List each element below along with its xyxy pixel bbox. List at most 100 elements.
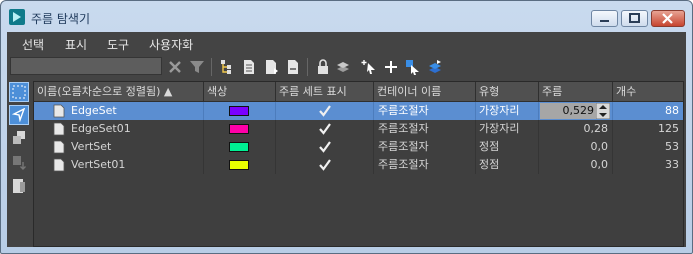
- move-down-button[interactable]: [9, 152, 29, 172]
- layers-icon: [337, 62, 349, 72]
- color-cell[interactable]: [204, 120, 276, 138]
- name-cell[interactable]: VertSet: [34, 138, 204, 156]
- color-cell[interactable]: [204, 102, 276, 120]
- search-input[interactable]: [10, 57, 162, 75]
- stack-button[interactable]: [425, 57, 445, 77]
- lock-button[interactable]: [313, 57, 333, 77]
- show-set-cell[interactable]: [276, 156, 374, 174]
- menu-display[interactable]: 표시: [65, 36, 87, 53]
- select-all-button[interactable]: [217, 57, 237, 77]
- crease-cell[interactable]: 0,529: [539, 102, 613, 120]
- color-swatch[interactable]: [229, 124, 249, 134]
- count-cell: 125: [658, 122, 679, 135]
- name-cell[interactable]: EdgeSet01: [34, 120, 204, 138]
- color-swatch[interactable]: [229, 106, 249, 116]
- minimize-button[interactable]: [591, 10, 618, 27]
- column-header-type-label: 유형: [479, 85, 500, 98]
- add-selection-button[interactable]: [359, 57, 379, 77]
- clear-search-button[interactable]: [165, 57, 185, 77]
- document-list-icon: [244, 60, 254, 74]
- app-icon: [9, 9, 25, 25]
- checkmark-icon[interactable]: [318, 104, 332, 118]
- spinner-arrows-icon[interactable]: [596, 103, 610, 119]
- menu-tools[interactable]: 도구: [107, 36, 129, 53]
- table-row[interactable]: EdgeSet01 주름조절자 가장자리 0,28 125: [34, 120, 683, 138]
- clear-icon: [169, 61, 181, 73]
- toolbar-separator: [211, 58, 212, 76]
- select-members-button[interactable]: [403, 57, 423, 77]
- name-cell[interactable]: VertSet01: [34, 156, 204, 174]
- select-invert-button[interactable]: [261, 57, 281, 77]
- hierarchy-icon: [221, 60, 231, 74]
- type-cell: 정점: [476, 156, 539, 174]
- filter-button[interactable]: [187, 57, 207, 77]
- pointer-mode-button[interactable]: [9, 105, 29, 125]
- window-title: 주름 탐색기: [31, 12, 91, 26]
- title-bar[interactable]: 주름 탐색기: [1, 1, 692, 33]
- filter-icon: [190, 61, 204, 73]
- count-cell: 53: [665, 140, 679, 153]
- crease-set-name: VertSet: [71, 140, 112, 153]
- menu-bar: 선택 표시 도구 사용자화: [7, 32, 686, 54]
- select-none-button[interactable]: [239, 57, 259, 77]
- type-cell: 가장자리: [476, 120, 539, 138]
- close-icon: [662, 13, 673, 24]
- crease-set-icon: [53, 104, 65, 118]
- column-header-color[interactable]: 색상: [204, 82, 276, 102]
- type-cell: 가장자리: [476, 102, 539, 120]
- maximize-button[interactable]: [621, 10, 648, 27]
- color-cell[interactable]: [204, 156, 276, 174]
- crease-cell[interactable]: 0,28: [539, 120, 613, 138]
- crease-cell[interactable]: 0,0: [539, 156, 613, 174]
- checkmark-icon[interactable]: [318, 122, 332, 136]
- color-swatch[interactable]: [229, 160, 249, 170]
- show-set-cell[interactable]: [276, 120, 374, 138]
- crease-set-name: EdgeSet: [71, 104, 117, 117]
- document-button[interactable]: [9, 176, 29, 196]
- stack-icon: [429, 60, 441, 73]
- page-icon: [13, 179, 25, 193]
- minimize-icon: [600, 20, 609, 22]
- maximize-icon: [629, 13, 640, 23]
- crease-set-icon: [53, 158, 65, 172]
- table-row[interactable]: VertSet01 주름조절자 정점 0,0 33: [34, 156, 683, 174]
- count-cell: 33: [665, 158, 679, 171]
- name-cell[interactable]: EdgeSet: [34, 102, 204, 120]
- document-arrow-icon: [266, 60, 278, 74]
- checkmark-icon[interactable]: [318, 158, 332, 172]
- count-cell: 88: [665, 104, 679, 117]
- show-set-cell[interactable]: [276, 102, 374, 120]
- column-header-show-set-label: 주름 세트 표시: [279, 85, 347, 98]
- shapes-icon: [13, 131, 25, 144]
- color-swatch[interactable]: [229, 142, 249, 152]
- checkmark-icon[interactable]: [318, 140, 332, 154]
- color-cell[interactable]: [204, 138, 276, 156]
- crease-set-table: 이름(오름차순으로 정렬됨) ▲ 색상 주름 세트 표시 컨테이너 이름 유형 …: [33, 81, 684, 247]
- crease-cell[interactable]: 0,0: [539, 138, 613, 156]
- column-header-show-set[interactable]: 주름 세트 표시: [276, 82, 374, 102]
- crease-set-icon: [53, 122, 65, 136]
- pointer-icon: [12, 108, 26, 122]
- edit-mode-button[interactable]: [9, 128, 29, 148]
- show-set-cell[interactable]: [276, 138, 374, 156]
- layers-button[interactable]: [333, 57, 353, 77]
- document-link-icon: [288, 60, 298, 74]
- container-cell: 주름조절자: [374, 156, 476, 174]
- column-header-name[interactable]: 이름(오름차순으로 정렬됨) ▲: [34, 82, 204, 102]
- type-cell: 정점: [476, 138, 539, 156]
- column-header-count[interactable]: 개수: [613, 82, 683, 102]
- column-header-name-label: 이름(오름차순으로 정렬됨) ▲: [37, 85, 173, 98]
- table-row[interactable]: EdgeSet 주름조절자 가장자리 0,529 88: [34, 102, 683, 120]
- table-row[interactable]: VertSet 주름조절자 정점 0,0 53: [34, 138, 683, 156]
- select-dependents-button[interactable]: [283, 57, 303, 77]
- column-header-type[interactable]: 유형: [476, 82, 539, 102]
- add-set-button[interactable]: [381, 57, 401, 77]
- menu-select[interactable]: 선택: [22, 36, 44, 53]
- selection-mode-button[interactable]: [9, 82, 29, 102]
- close-button[interactable]: [651, 10, 685, 27]
- column-header-container[interactable]: 컨테이너 이름: [374, 82, 476, 102]
- menu-customize[interactable]: 사용자화: [149, 36, 193, 53]
- layer-down-icon: [13, 156, 26, 170]
- column-header-crease[interactable]: 주름: [539, 82, 613, 102]
- crease-set-icon: [53, 140, 65, 154]
